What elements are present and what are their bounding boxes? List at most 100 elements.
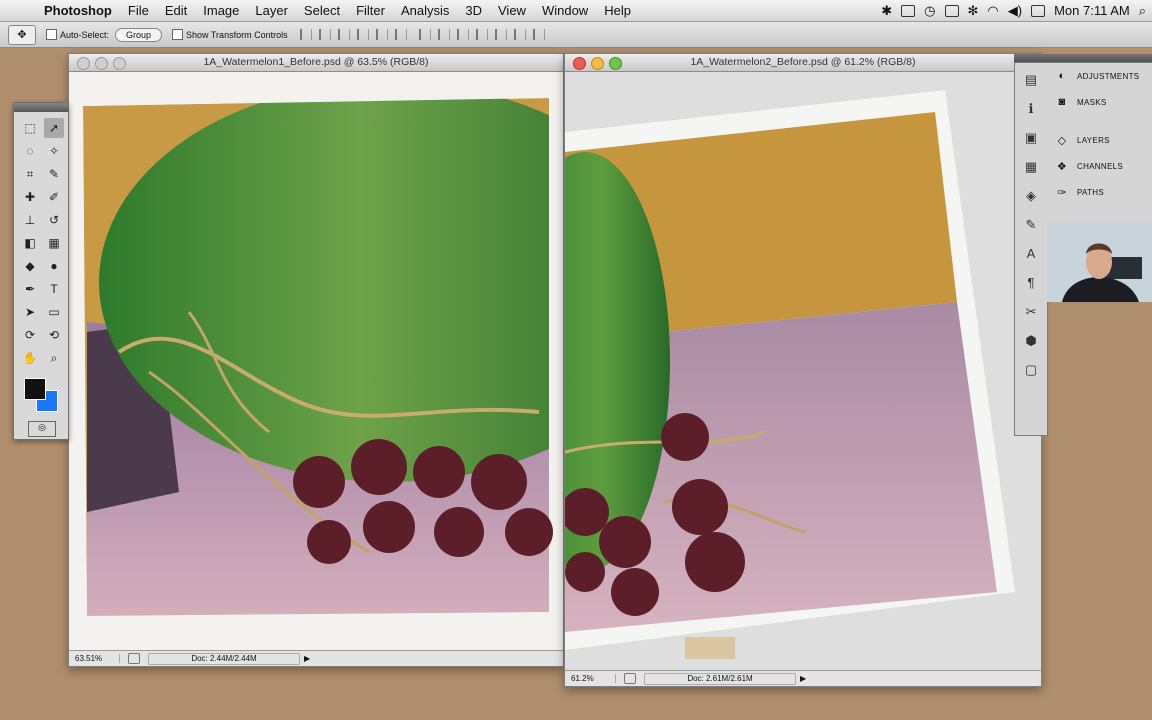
spotlight-icon[interactable]: ⌕ (1139, 3, 1146, 19)
timer-icon[interactable]: ◷ (924, 3, 935, 19)
window-2-doc-size[interactable]: Doc: 2.61M/2.61M (644, 672, 796, 685)
swatches-icon[interactable]: ▦ (1020, 156, 1042, 178)
bell-icon[interactable]: ✱ (881, 3, 892, 19)
clone-source-icon[interactable]: ⬢ (1020, 330, 1042, 352)
clock[interactable]: Mon 7:11 AM (1054, 3, 1130, 18)
panel-masks[interactable]: ◙ MASKS (1047, 89, 1152, 115)
document-window-1[interactable]: 1A_Watermelon1_Before.psd @ 63.5% (RGB/8… (68, 53, 564, 667)
menu-3d[interactable]: 3D (457, 0, 490, 21)
window-2-canvas[interactable] (565, 72, 1041, 670)
show-transform-checkbox[interactable] (172, 29, 184, 40)
type-tool-icon[interactable]: T (44, 279, 64, 299)
volume-icon[interactable]: ◀) (1008, 3, 1022, 19)
gradient-tool-icon[interactable]: ▦ (44, 233, 64, 253)
marquee-tool-icon[interactable]: ⬚ (20, 118, 40, 138)
zoom-tool-icon[interactable]: ⌕ (44, 348, 64, 368)
pen-tool-icon[interactable]: ✒ (20, 279, 40, 299)
notes-icon[interactable]: ▢ (1020, 359, 1042, 381)
menu-help[interactable]: Help (596, 0, 639, 21)
menu-image[interactable]: Image (195, 0, 247, 21)
stamp-tool-icon[interactable]: ⊥ (20, 210, 40, 230)
align-left-icon[interactable] (356, 29, 369, 40)
distribute-right-icon[interactable] (513, 29, 526, 40)
tools-panel-header[interactable] (14, 103, 68, 112)
menu-photoshop[interactable]: Photoshop (36, 0, 120, 21)
quick-mask-icon[interactable]: ◎ (28, 421, 56, 437)
panel-channels[interactable]: ❖ CHANNELS (1047, 153, 1152, 179)
align-bottom-icon[interactable] (337, 29, 350, 40)
window-1-zoom-level[interactable]: 63.51% (69, 654, 120, 663)
window-1-status-icon[interactable] (128, 653, 140, 664)
auto-select-option[interactable]: Auto-Select: (46, 29, 109, 40)
distribute-bottom-icon[interactable] (456, 29, 469, 40)
eyedropper-tool-icon[interactable]: ✎ (44, 164, 64, 184)
distribute-hcenter-icon[interactable] (494, 29, 507, 40)
lasso-tool-icon[interactable]: ◌ (20, 141, 40, 161)
3d-rotate-tool-icon[interactable]: ⟳ (20, 325, 40, 345)
panel-layers[interactable]: ◇ LAYERS (1047, 127, 1152, 153)
menu-filter[interactable]: Filter (348, 0, 393, 21)
document-window-2[interactable]: 1A_Watermelon2_Before.psd @ 61.2% (RGB/8… (564, 53, 1042, 687)
show-transform-label: Show Transform Controls (186, 29, 288, 40)
align-right-icon[interactable] (394, 29, 407, 40)
hand-tool-icon[interactable]: ✋ (20, 348, 40, 368)
auto-align-icon[interactable] (532, 29, 545, 40)
window-2-status-icon[interactable] (624, 673, 636, 684)
eraser-tool-icon[interactable]: ◧ (20, 233, 40, 253)
window-1-doc-size[interactable]: Doc: 2.44M/2.44M (148, 652, 300, 665)
shape-tool-icon[interactable]: ▭ (44, 302, 64, 322)
window-2-zoom-level[interactable]: 61.2% (565, 674, 616, 683)
brushes-icon[interactable]: ✎ (1020, 214, 1042, 236)
distribute-vcenter-icon[interactable] (437, 29, 450, 40)
paragraph-icon[interactable]: ¶ (1020, 272, 1042, 294)
menu-analysis[interactable]: Analysis (393, 0, 457, 21)
auto-select-dropdown[interactable]: Group (115, 27, 163, 42)
histogram-icon[interactable]: ▤ (1020, 69, 1042, 91)
show-transform-option[interactable]: Show Transform Controls (172, 29, 288, 40)
display-icon[interactable] (944, 4, 959, 17)
3d-orbit-tool-icon[interactable]: ⟲ (44, 325, 64, 345)
move-tool-icon[interactable]: ➚ (44, 118, 64, 138)
align-hcenter-icon[interactable] (375, 29, 388, 40)
options-bar: ✥ Auto-Select: Group Show Transform Cont… (0, 22, 1152, 48)
foreground-color-swatch[interactable] (24, 378, 46, 400)
distribute-left-icon[interactable] (475, 29, 488, 40)
align-vcenter-icon[interactable] (318, 29, 331, 40)
info-icon[interactable]: ℹ (1020, 98, 1042, 120)
screen-icon[interactable] (901, 4, 916, 17)
window-2-status-menu-icon[interactable]: ▶ (800, 674, 806, 683)
history-brush-tool-icon[interactable]: ↺ (44, 210, 64, 230)
bluetooth-icon[interactable]: ✻ (968, 3, 979, 19)
menu-edit[interactable]: Edit (157, 0, 195, 21)
character-icon[interactable]: A (1020, 243, 1042, 265)
auto-select-checkbox[interactable] (46, 29, 57, 40)
align-top-icon[interactable] (299, 29, 312, 40)
healing-tool-icon[interactable]: ✚ (20, 187, 40, 207)
magic-wand-tool-icon[interactable]: ✧ (44, 141, 64, 161)
brush-tool-icon[interactable]: ✐ (44, 187, 64, 207)
menu-window[interactable]: Window (534, 0, 596, 21)
panel-paths[interactable]: ✑ PATHS (1047, 179, 1152, 205)
crop-tool-icon[interactable]: ⌗ (20, 164, 40, 184)
dodge-tool-icon[interactable]: ● (44, 256, 64, 276)
window-2-titlebar[interactable]: 1A_Watermelon2_Before.psd @ 61.2% (RGB/8… (565, 54, 1041, 72)
menu-view[interactable]: View (490, 0, 534, 21)
panel-adjustments[interactable]: ◐ ADJUSTMENTS (1047, 63, 1152, 89)
menu-select[interactable]: Select (296, 0, 348, 21)
tool-presets-icon[interactable]: ✂ (1020, 301, 1042, 323)
menu-file[interactable]: File (120, 0, 157, 21)
blur-tool-icon[interactable]: ◆ (20, 256, 40, 276)
battery-icon[interactable] (1031, 4, 1046, 17)
styles-icon[interactable]: ◈ (1020, 185, 1042, 207)
window-2-title: 1A_Watermelon2_Before.psd @ 61.2% (RGB/8… (690, 56, 916, 68)
menu-layer[interactable]: Layer (247, 0, 296, 21)
window-1-canvas[interactable] (69, 72, 563, 650)
move-tool-preset-icon[interactable]: ✥ (8, 24, 36, 45)
panel-dock-header[interactable] (1014, 54, 1152, 62)
window-1-titlebar[interactable]: 1A_Watermelon1_Before.psd @ 63.5% (RGB/8… (69, 54, 563, 72)
wifi-icon[interactable]: ◠ (987, 3, 998, 19)
navigator-icon[interactable]: ▣ (1020, 127, 1042, 149)
distribute-top-icon[interactable] (418, 29, 431, 40)
window-1-status-menu-icon[interactable]: ▶ (304, 654, 310, 663)
path-select-tool-icon[interactable]: ➤ (20, 302, 40, 322)
